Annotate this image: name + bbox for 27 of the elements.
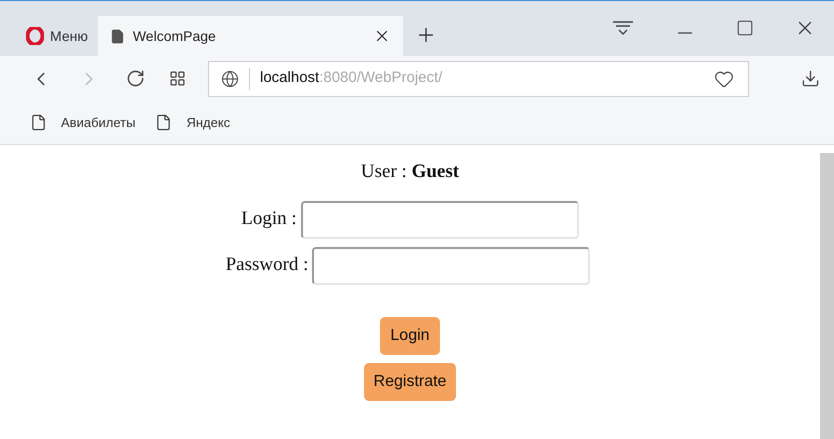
address-bar[interactable]: localhost:8080/WebProject/ (208, 60, 749, 96)
heart-icon[interactable] (714, 68, 734, 88)
bookmark-link[interactable]: Авиабилеты (61, 112, 136, 132)
url-path: :8080/WebProject/ (319, 68, 444, 88)
url-host: localhost (260, 68, 320, 88)
grid-icon[interactable] (169, 70, 186, 87)
maximize-icon[interactable] (736, 19, 754, 37)
download-icon[interactable] (801, 69, 820, 88)
opera-logo-icon (26, 27, 44, 45)
reload-icon[interactable] (126, 69, 145, 88)
user-status: User : Guest (360, 160, 460, 184)
form-button[interactable]: Registrate (364, 362, 456, 400)
browser-tab[interactable]: WelcomPage (98, 16, 403, 56)
menu-button[interactable]: Меню (16, 16, 98, 56)
globe-icon (221, 70, 239, 88)
field-label: Password : (226, 253, 308, 278)
input-field[interactable] (312, 246, 590, 284)
bookmark-page-icon (155, 114, 172, 131)
bookmark-link[interactable]: Яндекс (186, 112, 230, 132)
tab-title: WelcomPage (132, 26, 217, 46)
input-field[interactable] (300, 200, 579, 238)
field-label: Login : (241, 207, 297, 232)
scrollbar[interactable] (820, 153, 834, 439)
bookmark-page-icon (30, 114, 47, 131)
tab-menu-icon[interactable] (612, 21, 634, 35)
form-button[interactable]: Login (380, 316, 440, 354)
page-icon (110, 28, 125, 44)
